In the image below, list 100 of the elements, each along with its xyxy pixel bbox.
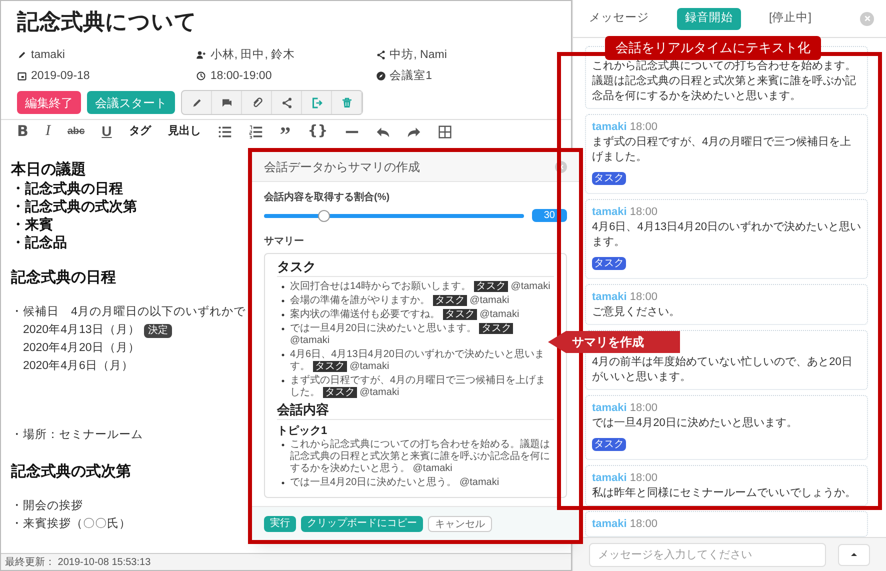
table-icon[interactable] bbox=[438, 124, 452, 138]
numbered-list-icon[interactable] bbox=[248, 124, 263, 138]
task-tag: タスク bbox=[592, 257, 626, 270]
message-time: 18:00 bbox=[630, 206, 658, 218]
agenda-item: ・来賓 bbox=[11, 215, 53, 233]
summary-item: まず式の日程ですが、4月の月曜日で三つ候補日を上げました。 タスク @tamaki bbox=[290, 375, 547, 399]
message-time: 18:00 bbox=[630, 518, 658, 530]
message-text: 私は昨年と同様にセミナールームでいいでしょうか。 bbox=[592, 486, 857, 501]
meta-text: 2019-09-18 bbox=[31, 69, 90, 84]
task-tag: タスク bbox=[479, 323, 514, 334]
caret-icon bbox=[851, 553, 857, 556]
bullet-icon bbox=[281, 379, 285, 383]
pencil-icon bbox=[190, 96, 202, 108]
message-author: tamaki bbox=[592, 291, 627, 303]
recording-status: [停止中] bbox=[769, 10, 812, 26]
summary-heading: タスク bbox=[277, 258, 554, 277]
task-tag: タスク bbox=[474, 281, 508, 292]
meta-text: 小林, 田中, 鈴木 bbox=[210, 48, 296, 63]
content-heading: 記念式典の日程 bbox=[11, 268, 116, 287]
message-author: tamaki bbox=[592, 121, 627, 133]
message-text: ご意見ください。 bbox=[592, 305, 681, 320]
summary-item: 4月6日、4月13日4月20日のいずれかで決めたいと思います。 タスク @tamaki bbox=[290, 349, 546, 373]
callout-label: 会話をリアルタイムにテキスト化 bbox=[605, 36, 821, 60]
meta-text: 会議室1 bbox=[390, 68, 432, 84]
format-button[interactable]: タグ bbox=[128, 123, 151, 140]
bullet-icon bbox=[281, 327, 285, 331]
message-text: 4月6日、4月13日4月20日のいずれかで決めたいと思います。 bbox=[592, 220, 861, 250]
message-text: まず式の日程ですが、4月の月曜日で三つ候補日を上げました。 bbox=[592, 135, 852, 165]
bullet-icon bbox=[281, 285, 285, 289]
bullet-icon bbox=[281, 443, 285, 447]
summary-heading: 会話内容 bbox=[277, 401, 554, 420]
people-icon bbox=[196, 50, 206, 60]
action-button[interactable]: 編集終了 bbox=[17, 91, 81, 114]
format-button[interactable]: {} bbox=[308, 121, 328, 142]
calendar-icon bbox=[17, 71, 27, 81]
task-tag: タスク bbox=[322, 387, 357, 398]
dialog-title: 会話データからサマリの作成 bbox=[264, 158, 420, 176]
comment-icon bbox=[220, 96, 232, 108]
format-button[interactable]: B bbox=[17, 120, 28, 143]
task-tag: タスク bbox=[592, 438, 626, 451]
message-author: tamaki bbox=[592, 402, 627, 414]
bullet-icon bbox=[281, 353, 285, 357]
message-author: tamaki bbox=[592, 518, 627, 530]
close-icon bbox=[862, 14, 872, 23]
message-author: tamaki bbox=[592, 206, 627, 218]
summary-item: 案内状の準備送付も必要ですね。 タスク @tamaki bbox=[290, 309, 520, 321]
message-text: 4月の前半は年度始めていない忙しいので、あと20日がいいと思います。 bbox=[592, 355, 854, 385]
summary-item: では一旦4月20日に決めたいと思う。 @tamaki bbox=[290, 477, 500, 489]
content-line: ・候補日 4月の月曜日の以下のいずれかで bbox=[11, 304, 246, 320]
task-tag: タスク bbox=[442, 309, 477, 320]
message-input[interactable]: メッセージを入力してください bbox=[589, 542, 826, 566]
message-time: 18:00 bbox=[630, 121, 658, 133]
message-text: これから記念式典についての打ち合わせを始めます。議題は記念式典の日程と式次第と来賓に誰を呼ぶか記念品を何にするかを決めたいと思います。 bbox=[592, 59, 857, 104]
meta-text: tamaki bbox=[31, 48, 65, 63]
exit-icon bbox=[310, 96, 322, 108]
bullet-icon bbox=[281, 299, 285, 303]
task-tag: タスク bbox=[312, 361, 347, 372]
task-tag: タスク bbox=[432, 295, 467, 306]
paperclip-icon bbox=[250, 96, 262, 108]
trash-icon bbox=[340, 96, 352, 108]
clock-icon bbox=[196, 71, 206, 81]
content-heading: 本日の議題 bbox=[11, 160, 86, 179]
last-updated-text: 最終更新： 2019-10-08 15:53:13 bbox=[1, 553, 571, 570]
content-line: ・来賓挨拶（〇〇氏） bbox=[11, 516, 131, 532]
message-time: 18:00 bbox=[630, 402, 658, 414]
agenda-item: ・記念品 bbox=[11, 233, 67, 251]
slider-label: 会話内容を取得する割合(%) bbox=[264, 190, 390, 205]
compass-icon bbox=[376, 71, 386, 81]
dialog-button[interactable]: キャンセル bbox=[428, 516, 492, 532]
summary-item: 次回打合せは14時からでお願いします。 タスク @tamaki bbox=[290, 281, 550, 293]
decision-badge: 決定 bbox=[144, 324, 172, 338]
summary-label: サマリー bbox=[264, 235, 304, 249]
content-line: 2020年4月20日（月） bbox=[22, 340, 140, 356]
message-time: 18:00 bbox=[630, 472, 658, 484]
format-button[interactable]: ” bbox=[280, 124, 291, 140]
task-tag: タスク bbox=[592, 172, 626, 185]
format-button[interactable]: abc bbox=[67, 124, 85, 139]
summary-subheading: トピック1 bbox=[277, 424, 328, 439]
share-icon bbox=[280, 96, 292, 108]
undo-icon[interactable] bbox=[376, 124, 390, 138]
bullet-list-icon[interactable] bbox=[218, 124, 232, 138]
meta-text: 中坊, Nami bbox=[390, 47, 447, 63]
content-line: ・場所：セミナールーム bbox=[11, 428, 143, 444]
format-button[interactable]: I bbox=[45, 120, 50, 143]
messages-tab[interactable]: メッセージ bbox=[589, 10, 649, 28]
message-author: tamaki bbox=[592, 472, 627, 484]
content-line: 2020年4月6日（月） bbox=[22, 358, 134, 374]
format-button[interactable]: U bbox=[102, 121, 112, 142]
summary-item: 会場の準備を誰がやりますか。 タスク @tamaki bbox=[290, 295, 510, 307]
message-text: では一旦4月20日に決めたいと思います。 bbox=[592, 416, 798, 431]
agenda-item: ・記念式典の式次第 bbox=[11, 197, 137, 215]
meta-text: 18:00-19:00 bbox=[210, 69, 272, 84]
content-line: 2020年4月13日（月） bbox=[22, 322, 140, 338]
share-icon bbox=[376, 50, 386, 60]
bullet-icon bbox=[281, 313, 285, 317]
content-line: ・開会の挨拶 bbox=[11, 498, 83, 514]
content-heading: 記念式典の式次第 bbox=[11, 462, 131, 481]
format-button[interactable]: 見出し bbox=[168, 123, 201, 140]
slider-thumb[interactable] bbox=[318, 210, 330, 222]
summary-item: これから記念式典についての打ち合わせを始める。議題は記念式典の日程と式次第と来賓に誰を呼ぶか記念品を何にするかを決めたいと思う。 @tamaki bbox=[290, 439, 551, 475]
